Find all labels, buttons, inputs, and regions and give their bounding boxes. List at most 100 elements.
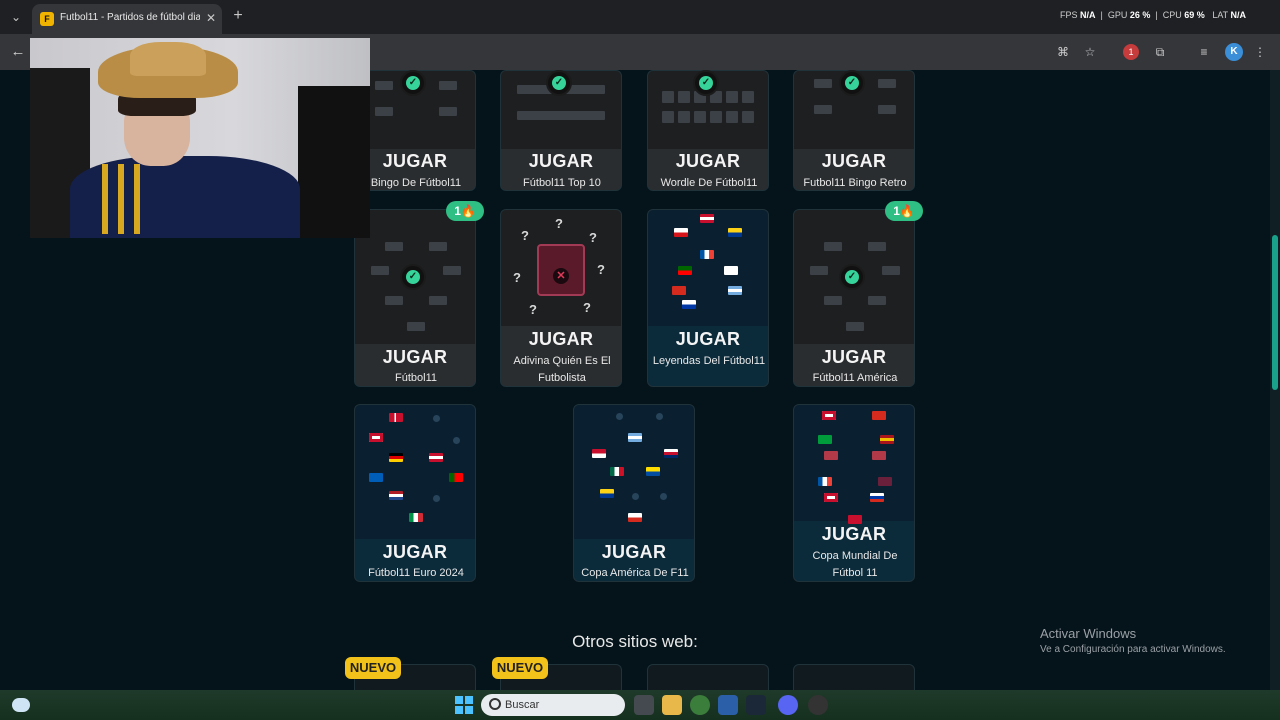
back-arrow-icon[interactable]: ← <box>8 42 28 62</box>
flag-icon <box>872 411 886 420</box>
cross-icon: ✕ <box>553 268 569 284</box>
game-card[interactable]: JUGAR Wordle De Fútbol11 ✓ <box>647 70 769 191</box>
windows-start-icon[interactable] <box>455 696 473 714</box>
watermark-title: Activar Windows <box>1040 626 1137 641</box>
weather-cloud-icon[interactable] <box>12 698 30 712</box>
extension-badge-icon[interactable]: 1 <box>1123 44 1139 60</box>
grid-slot <box>726 111 738 123</box>
other-sites-heading: Otros sitios web: <box>572 632 698 651</box>
play-label: JUGAR <box>821 151 887 171</box>
game-card[interactable]: JUGAR Copa América De F11 <box>573 404 695 582</box>
card-body: ? ? ? ? ? ? ? ✕ JUGAR Adivina Quién Es E… <box>500 209 622 387</box>
flag-icon <box>880 435 894 444</box>
grid-slot <box>824 242 842 251</box>
flag-icon <box>389 491 403 500</box>
play-label: JUGAR <box>601 542 667 562</box>
card-body: JUGAR Fútbol11 América <box>793 209 915 387</box>
page-scrollbar[interactable] <box>1270 70 1280 690</box>
play-label: JUGAR <box>382 542 448 562</box>
fps-label: FPS <box>1060 10 1078 20</box>
game-card[interactable]: JUGAR Fútbol11 Top 10 ✓ <box>500 70 622 191</box>
profile-avatar[interactable]: K <box>1225 43 1243 61</box>
play-label: JUGAR <box>675 329 741 349</box>
translate-icon[interactable]: ⌘ <box>1053 42 1073 62</box>
taskbar-search-box[interactable]: Buscar <box>481 694 625 716</box>
game-card[interactable]: ? ? ? ? ? ? ? ✕ JUGAR Adivina Quién Es E… <box>500 209 622 387</box>
bookmark-star-icon[interactable]: ☆ <box>1080 42 1100 62</box>
grid-slot <box>439 81 457 90</box>
streak-badge: 1🔥 <box>446 201 484 221</box>
play-label: JUGAR <box>528 151 594 171</box>
webcam-overlay <box>30 38 370 238</box>
game-card[interactable]: JUGAR Leyendas Del Fútbol11 <box>647 209 769 387</box>
grid-slot <box>878 79 896 88</box>
grid-slot <box>868 296 886 305</box>
flag-icon <box>818 477 832 486</box>
steam-icon[interactable] <box>746 695 766 715</box>
new-badge: NUEVO <box>345 657 401 679</box>
play-label: JUGAR <box>382 347 448 367</box>
extension-badge-count: 1 <box>1128 47 1134 57</box>
flag-icon <box>878 477 892 486</box>
tab-title: Futbol11 - Partidos de fútbol diario <box>60 12 200 23</box>
flag-icon <box>610 467 624 476</box>
grid-slot <box>846 322 864 331</box>
game-card[interactable]: JUGAR Futbol11 Bingo Retro ✓ <box>793 70 915 191</box>
browser-tab-active[interactable]: F Futbol11 - Partidos de fútbol diario ✕ <box>32 4 222 34</box>
player-dot <box>433 495 440 502</box>
new-tab-plus-icon[interactable]: + <box>228 6 248 26</box>
flag-icon <box>872 451 886 460</box>
grid-slot <box>678 91 690 103</box>
play-label: JUGAR <box>675 151 741 171</box>
close-tab-icon[interactable]: ✕ <box>204 11 218 27</box>
grid-slot <box>742 91 754 103</box>
more-menu-icon[interactable]: ⋮ <box>1250 42 1270 62</box>
flag-icon <box>646 467 660 476</box>
game-card[interactable]: JUGAR Copa Mundial De Fútbol 11 <box>793 404 915 582</box>
card-body: JUGAR Copa América De F11 <box>573 404 695 582</box>
question-mark-icon: ? <box>597 262 605 277</box>
game-card[interactable]: JUGAR Fútbol11 ✓ 1🔥 <box>354 201 484 387</box>
shirt-stripe <box>134 164 140 234</box>
flag-icon <box>409 513 423 522</box>
app-icon[interactable] <box>808 695 828 715</box>
scrollbar-thumb[interactable] <box>1272 235 1278 390</box>
media-queue-icon[interactable]: ≡ <box>1194 42 1214 62</box>
game-card[interactable]: JUGAR Fútbol11 Euro 2024 <box>354 404 476 582</box>
game-title: Adivina Quién Es El Futbolista <box>513 355 611 384</box>
game-title: Fútbol11 América <box>812 372 898 384</box>
question-mark-icon: ? <box>529 302 537 317</box>
completed-check-icon: ✓ <box>546 70 572 96</box>
flag-icon <box>700 250 714 259</box>
windows-activation-watermark: Activar Windows Ve a Configuración para … <box>1040 626 1260 655</box>
mystery-player-silhouette: ✕ <box>537 244 585 296</box>
grid-slot <box>443 266 461 275</box>
flag-icon <box>389 453 403 462</box>
grid-slot <box>407 322 425 331</box>
extensions-puzzle-icon[interactable]: ⧉ <box>1150 42 1170 62</box>
flag-icon <box>369 433 383 442</box>
game-card[interactable]: JUGAR Bingo De Fútbol11 ✓ <box>354 70 476 191</box>
question-mark-icon: ? <box>589 230 597 245</box>
completed-check-icon: ✓ <box>839 264 865 290</box>
flag-icon <box>682 300 696 309</box>
watermark-subtitle: Ve a Configuración para activar Windows. <box>1040 644 1226 655</box>
grid-slot <box>878 105 896 114</box>
file-explorer-icon[interactable] <box>662 695 682 715</box>
chrome-icon[interactable] <box>690 695 710 715</box>
cpu-value: 69 % <box>1184 10 1205 20</box>
flag-icon <box>678 266 692 275</box>
webcam-monitor <box>298 86 370 238</box>
discord-icon[interactable] <box>778 695 798 715</box>
tab-search-chevron-icon[interactable]: ⌄ <box>6 7 26 27</box>
play-label: JUGAR <box>528 329 594 349</box>
flag-icon <box>824 493 838 502</box>
partner-site-card[interactable] <box>647 664 769 690</box>
partner-site-card[interactable] <box>793 664 915 690</box>
task-view-icon[interactable] <box>634 695 654 715</box>
grid-slot <box>678 111 690 123</box>
game-title: Copa Mundial De Fútbol 11 <box>812 550 898 579</box>
grid-slot <box>375 81 393 90</box>
game-card[interactable]: JUGAR Fútbol11 América ✓ 1🔥 <box>793 201 923 387</box>
store-icon[interactable] <box>718 695 738 715</box>
